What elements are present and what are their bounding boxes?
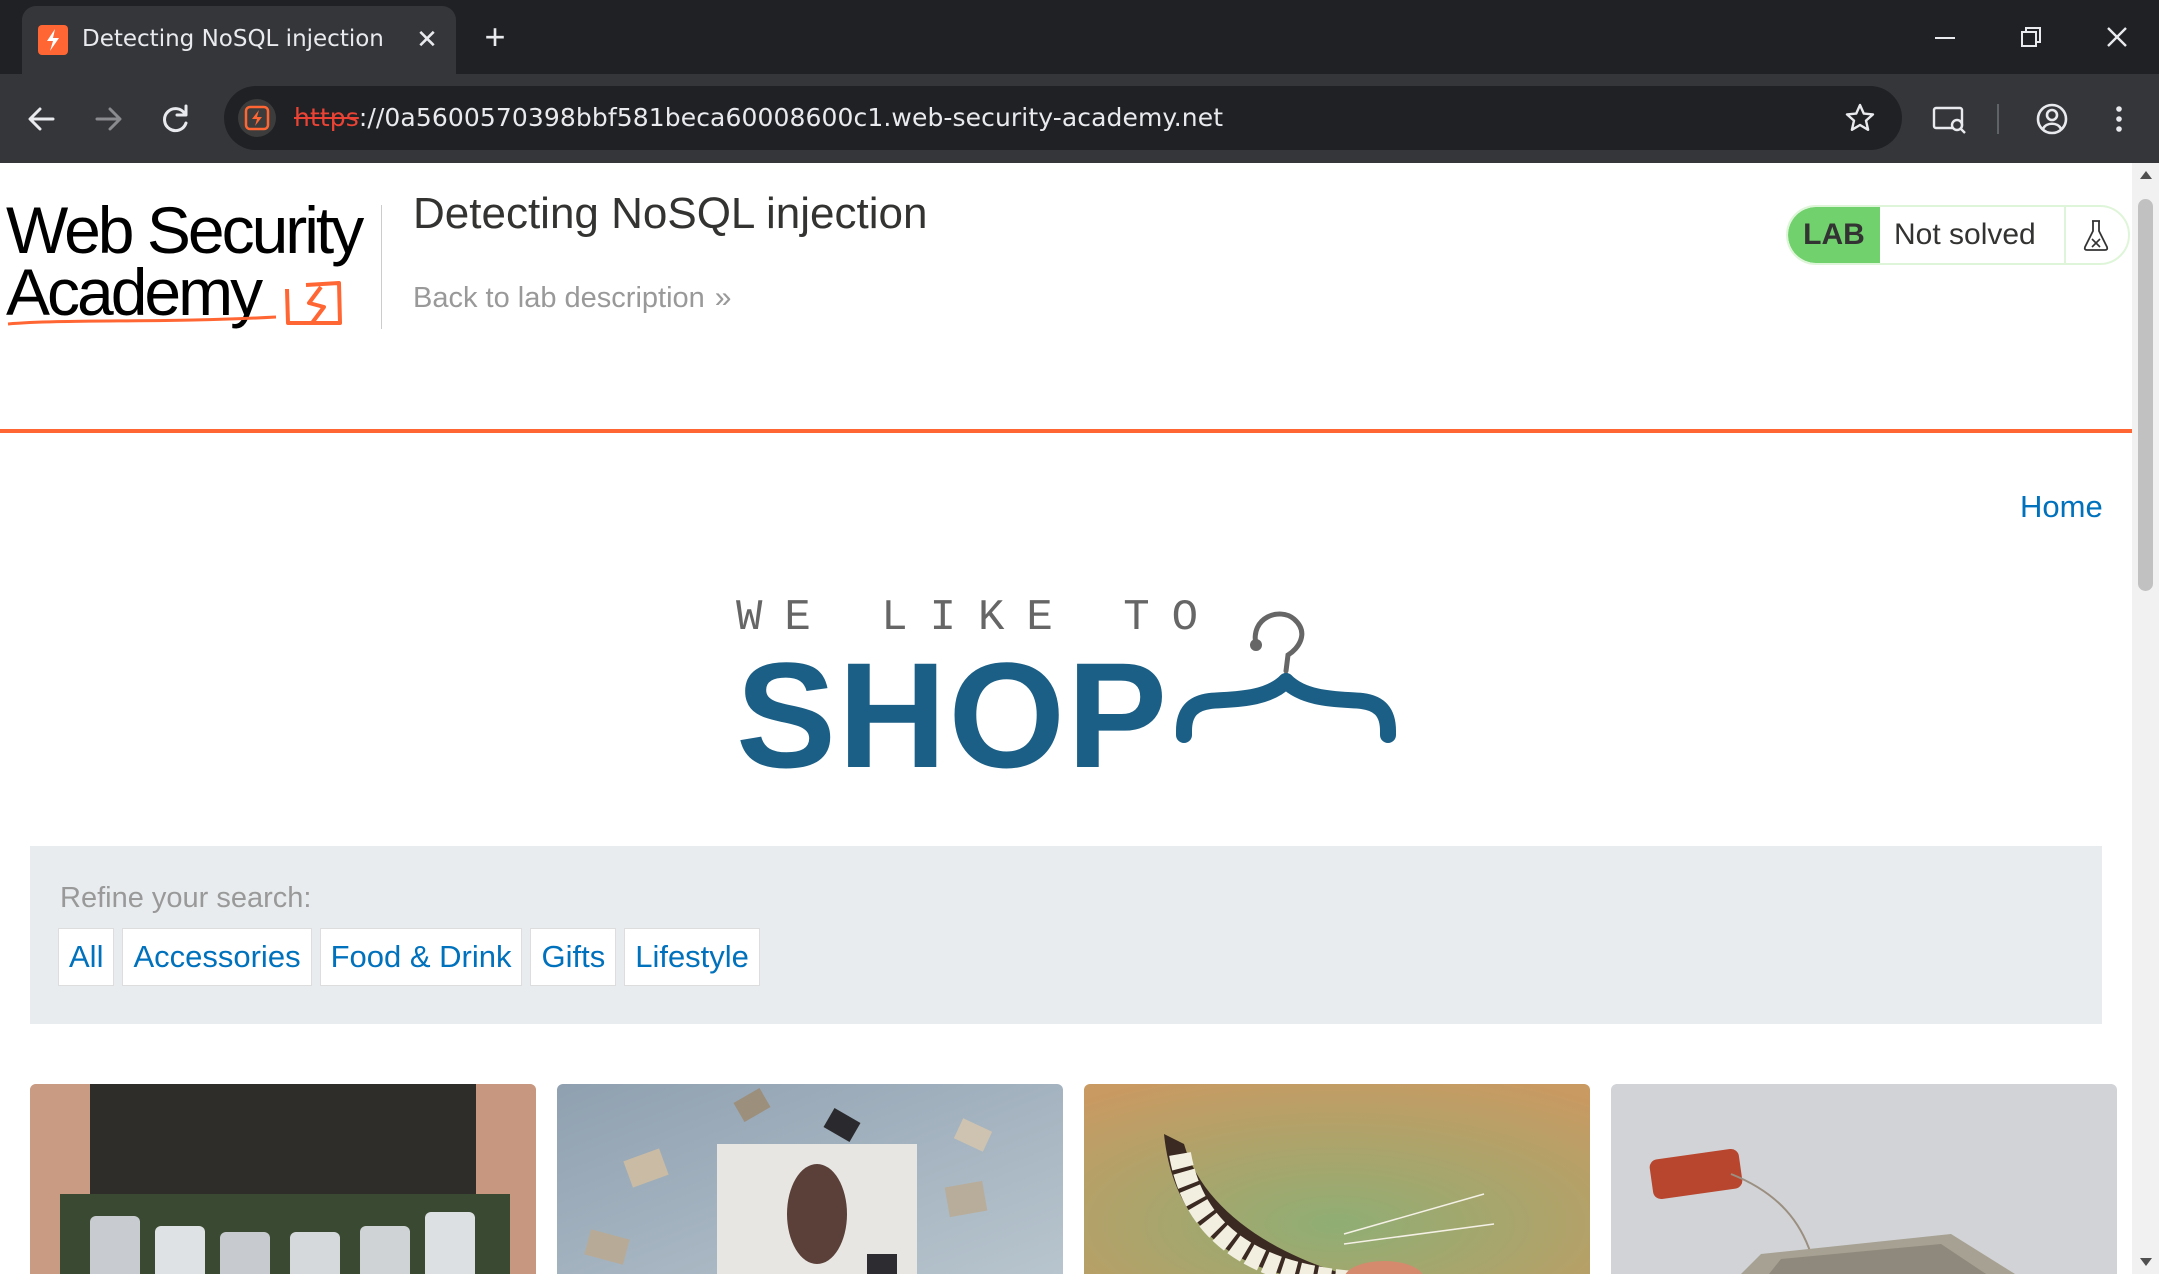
back-to-lab-description-link[interactable]: Back to lab description » [413,281,731,315]
browser-toolbar: https://0a5600570398bbf581beca60008600c1… [0,74,2159,163]
scroll-up-icon[interactable] [2139,169,2153,181]
scrollbar-thumb[interactable] [2138,199,2153,591]
lab-title: Detecting NoSQL injection [413,189,928,238]
product-image[interactable] [557,1084,1063,1274]
refine-search-label: Refine your search: [60,882,312,914]
minimize-button[interactable] [1910,10,1980,64]
page-scrollbar[interactable] [2132,163,2159,1274]
reload-icon[interactable] [151,94,201,144]
refine-search-panel: Refine your search: All Accessories Food… [30,846,2102,1024]
lab-status-divider [2064,207,2066,263]
product-grid [30,1084,2117,1274]
category-filters: All Accessories Food & Drink Gifts Lifes… [58,928,760,986]
site-info-icon[interactable] [238,99,276,137]
logo-underline-icon [7,281,342,326]
shop-brand: SHOP [736,631,1170,799]
product-image[interactable] [1611,1084,2117,1274]
filter-accessories[interactable]: Accessories [122,928,312,986]
product-image[interactable] [30,1084,536,1274]
browser-tab-bar: Detecting NoSQL injection ✕ + [0,0,2159,74]
web-page: Web Security Academy Detecting NoSQL inj… [0,163,2159,1274]
toolbar-divider [1997,104,1999,134]
academy-lab-header: Web Security Academy Detecting NoSQL inj… [0,163,2132,433]
url-host: ://0a5600570398bbf581beca60008600c1.web-… [358,103,1224,132]
kebab-menu-icon[interactable] [2094,94,2144,144]
filter-food-drink[interactable]: Food & Drink [319,928,523,986]
header-divider [381,205,382,329]
url-scheme: https [294,103,359,132]
product-image[interactable] [1084,1084,1590,1274]
new-tab-button[interactable]: + [475,18,515,58]
star-icon[interactable] [1842,100,1878,136]
lab-status-widget: LAB Not solved [1786,205,2130,265]
filter-lifestyle[interactable]: Lifestyle [624,928,760,986]
address-bar[interactable]: https://0a5600570398bbf581beca60008600c1… [224,86,1902,150]
lab-badge: LAB [1788,207,1880,263]
filter-all[interactable]: All [58,928,115,986]
browser-tab[interactable]: Detecting NoSQL injection ✕ [22,6,456,74]
arrow-right-icon[interactable] [83,94,133,144]
double-chevron-icon: » [714,281,732,314]
account-circle-icon[interactable] [2027,94,2077,144]
flask-icon [2078,217,2114,253]
close-window-button[interactable] [2082,10,2152,64]
coat-hanger-icon [1170,601,1400,781]
back-link-label: Back to lab description [413,282,705,314]
nav-home-link[interactable]: Home [2020,489,2103,525]
arrow-left-icon[interactable] [17,94,67,144]
header-accent-rule [0,429,2132,433]
lab-status-text: Not solved [1894,218,2036,251]
reading-mode-icon[interactable] [1925,94,1975,144]
scroll-down-icon[interactable] [2139,1256,2153,1268]
url-text[interactable]: https://0a5600570398bbf581beca60008600c1… [294,103,1223,132]
restore-button[interactable] [1996,10,2066,64]
tab-title: Detecting NoSQL injection [82,26,384,52]
favicon-icon [38,25,68,55]
filter-gifts[interactable]: Gifts [530,928,617,986]
web-security-academy-logo[interactable]: Web Security Academy [6,197,376,339]
tab-close-button[interactable]: ✕ [408,20,446,58]
